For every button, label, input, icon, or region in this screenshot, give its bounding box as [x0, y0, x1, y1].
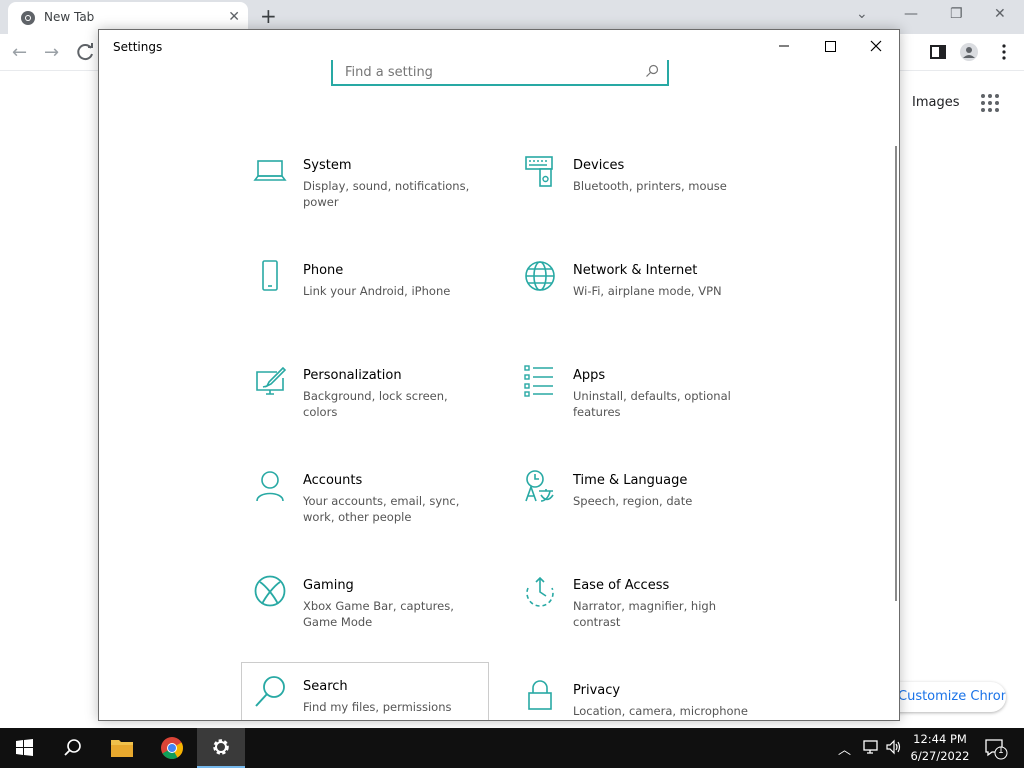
notification-count: 1 [998, 746, 1004, 756]
profile-avatar-icon[interactable] [959, 42, 979, 62]
taskbar-settings[interactable] [197, 728, 245, 768]
tile-desc: Find my files, permissions [303, 700, 452, 714]
close-button[interactable] [853, 30, 899, 62]
maximize-button[interactable] [807, 30, 853, 62]
tile-system[interactable]: System Display, sound, notifications, po… [241, 150, 489, 230]
magnifier-icon [255, 676, 285, 707]
tile-desc: Uninstall, defaults, optional features [573, 389, 731, 419]
maximize-icon [825, 41, 836, 52]
taskbar: ︿ 12:44 PM 6/27/2022 1 [0, 728, 1024, 768]
tile-desc: Background, lock screen, colors [303, 389, 448, 419]
tab-title: New Tab [44, 10, 95, 24]
window-title: Settings [113, 40, 163, 54]
tile-apps[interactable]: Apps Uninstall, defaults, optional featu… [511, 360, 759, 440]
xbox-icon [254, 575, 286, 607]
tile-phone[interactable]: Phone Link your Android, iPhone [241, 255, 489, 335]
tile-desc: Your accounts, email, sync, work, other … [303, 494, 460, 524]
minimize-button[interactable] [761, 30, 807, 62]
volume-icon[interactable] [885, 738, 903, 756]
taskbar-chrome[interactable] [148, 728, 196, 768]
minimize-icon [779, 45, 789, 47]
show-hidden-icons-icon[interactable]: ︿ [838, 739, 856, 758]
back-icon[interactable]: ← [12, 42, 27, 63]
tile-privacy[interactable]: Privacy Location, camera, microphone [511, 675, 759, 720]
tile-name: Network & Internet [573, 263, 698, 278]
taskbar-clock[interactable]: 12:44 PM 6/27/2022 [908, 731, 972, 765]
search-icon [64, 739, 81, 756]
network-icon[interactable] [862, 738, 880, 756]
tile-name: Time & Language [573, 473, 688, 488]
tile-accounts[interactable]: Accounts Your accounts, email, sync, wor… [241, 465, 489, 545]
tile-name: System [303, 158, 352, 173]
search-input[interactable] [343, 60, 637, 84]
tile-desc: Speech, region, date [573, 494, 693, 508]
tile-time-language[interactable]: Time & Language Speech, region, date [511, 465, 759, 545]
folder-icon [111, 740, 133, 757]
google-apps-icon[interactable] [981, 94, 999, 112]
chrome-logo-icon [161, 737, 183, 759]
ease-of-access-icon [526, 576, 554, 607]
taskbar-file-explorer[interactable] [98, 728, 146, 768]
minimize-icon[interactable]: — [904, 6, 918, 22]
close-icon [870, 40, 882, 52]
find-setting-search[interactable] [331, 60, 669, 86]
images-link[interactable]: Images [912, 95, 960, 110]
scrollbar[interactable] [895, 146, 897, 601]
time-language-icon [525, 470, 554, 502]
chrome-logo-icon [21, 11, 35, 25]
tile-desc: Xbox Game Bar, captures, Game Mode [303, 599, 454, 629]
taskbar-search-button[interactable] [48, 728, 96, 768]
tab-search-icon[interactable]: ⌄ [856, 6, 868, 22]
restore-icon[interactable]: ❐ [950, 6, 963, 22]
tile-name: Search [303, 679, 348, 694]
clock-time: 12:44 PM [913, 732, 967, 746]
windows-logo-icon [16, 739, 33, 756]
tile-search[interactable]: Search Find my files, permissions [241, 662, 489, 720]
tile-name: Ease of Access [573, 578, 670, 593]
tile-name: Phone [303, 263, 344, 278]
forward-icon[interactable]: → [44, 42, 59, 63]
apps-list-icon [524, 365, 553, 397]
tile-desc: Bluetooth, printers, mouse [573, 179, 727, 193]
search-icon [646, 64, 659, 77]
side-panel-icon[interactable] [928, 42, 948, 62]
tile-name: Devices [573, 158, 625, 173]
tile-network-internet[interactable]: Network & Internet Wi-Fi, airplane mode,… [511, 255, 759, 335]
person-icon [256, 471, 284, 502]
tile-devices[interactable]: Devices Bluetooth, printers, mouse [511, 150, 759, 230]
settings-window: Settings System Display, sound, notifica… [98, 29, 900, 721]
globe-icon [525, 261, 555, 291]
lock-icon [528, 680, 552, 710]
notification-center-button[interactable]: 1 [984, 736, 1008, 760]
start-button[interactable] [0, 728, 48, 768]
tile-desc: Display, sound, notifications, power [303, 179, 470, 209]
tile-personalization[interactable]: Personalization Background, lock screen,… [241, 360, 489, 440]
tile-desc: Narrator, magnifier, high contrast [573, 599, 716, 629]
menu-kebab-icon[interactable] [994, 42, 1014, 62]
tile-name: Privacy [573, 683, 621, 698]
clock-date: 6/27/2022 [910, 749, 970, 763]
gear-icon [213, 739, 229, 755]
tile-gaming[interactable]: Gaming Xbox Game Bar, captures, Game Mod… [241, 570, 489, 650]
tile-desc: Wi-Fi, airplane mode, VPN [573, 284, 722, 298]
tile-ease-of-access[interactable]: Ease of Access Narrator, magnifier, high… [511, 570, 759, 650]
close-icon[interactable]: ✕ [994, 6, 1006, 22]
reload-icon[interactable] [76, 42, 96, 62]
phone-icon [262, 260, 278, 291]
laptop-icon [253, 160, 287, 181]
tile-name: Personalization [303, 368, 402, 383]
settings-titlebar: Settings [99, 30, 899, 62]
tile-name: Gaming [303, 578, 354, 593]
notification-icon [985, 739, 1008, 760]
tile-name: Accounts [303, 473, 363, 488]
new-tab-button[interactable]: + [260, 4, 277, 28]
tab-close-icon[interactable]: ✕ [228, 9, 240, 25]
tile-name: Apps [573, 368, 606, 383]
tile-desc: Location, camera, microphone [573, 704, 748, 718]
devices-icon [525, 156, 553, 187]
tile-desc: Link your Android, iPhone [303, 284, 451, 298]
paintbrush-icon [256, 366, 287, 395]
